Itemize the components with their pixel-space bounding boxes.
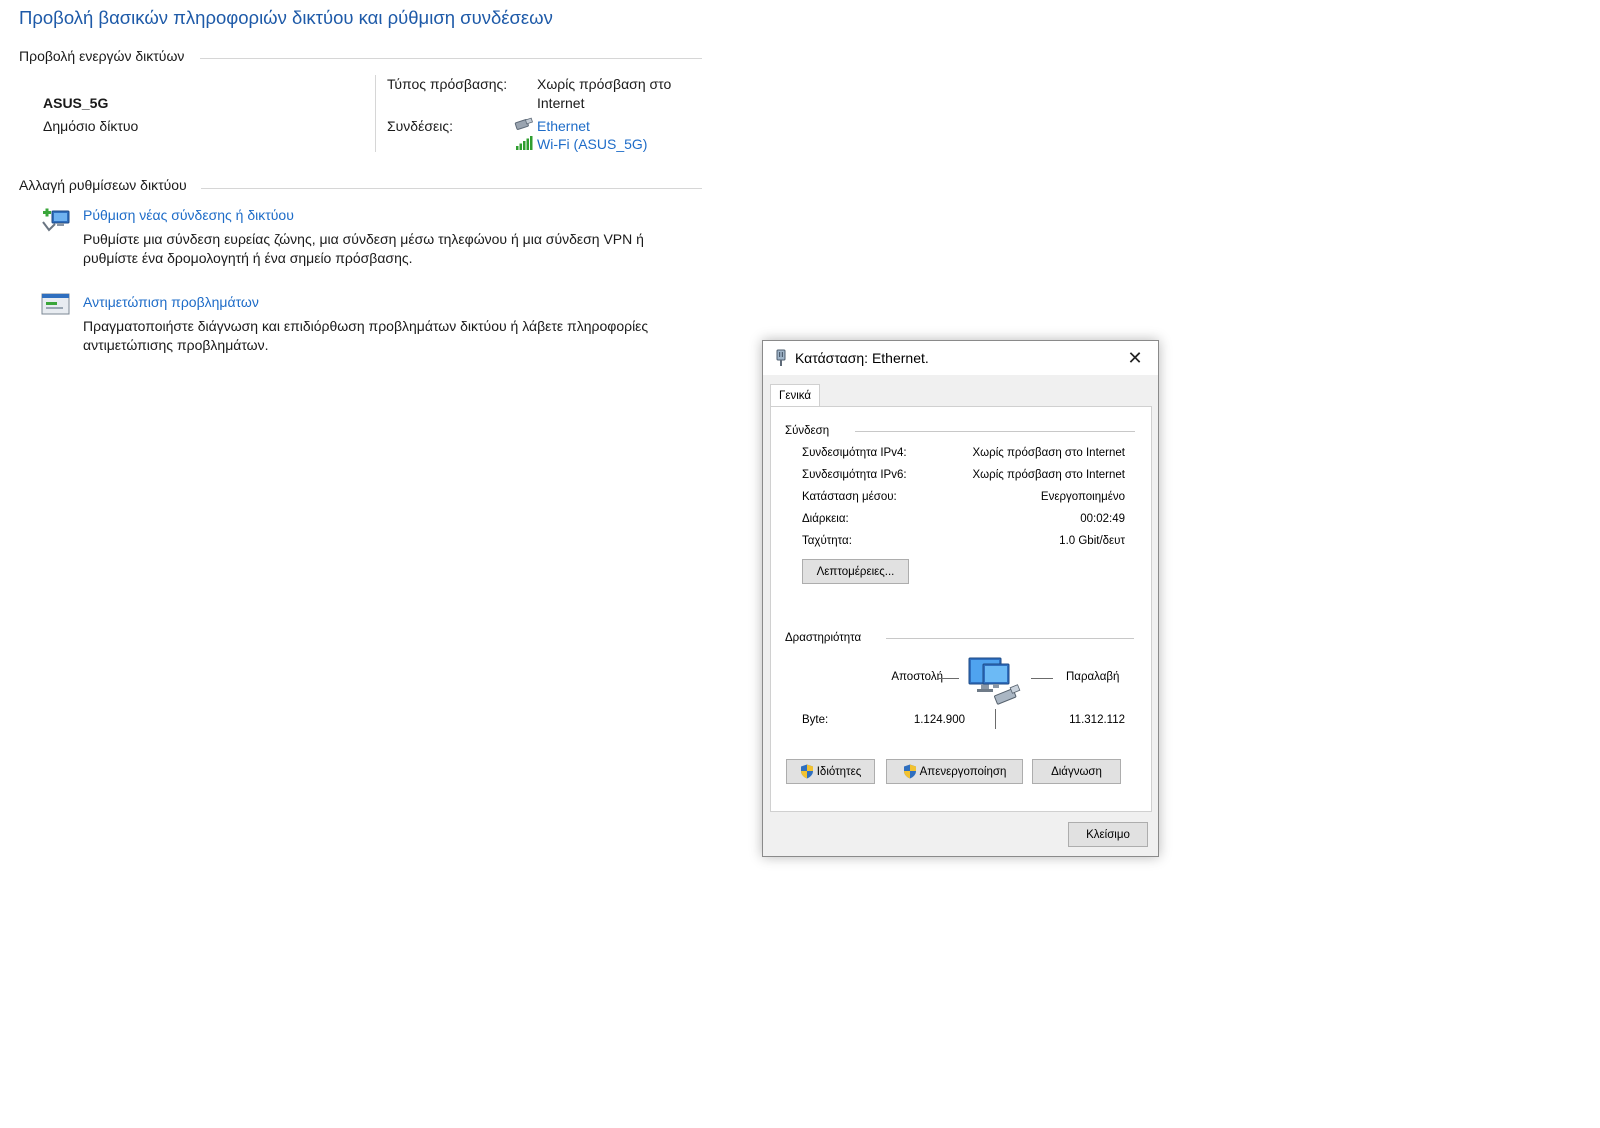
speed-label: Ταχύτητα: xyxy=(802,535,852,547)
network-column-divider xyxy=(375,75,376,152)
troubleshoot-description-cont: αντιμετώπισης προβλημάτων. xyxy=(83,337,269,353)
media-state-value: Ενεργοποιημένο xyxy=(1040,491,1125,503)
group-divider xyxy=(886,638,1134,639)
duration-label: Διάρκεια: xyxy=(802,513,849,525)
speed-value: 1.0 Gbit/δευτ xyxy=(1059,535,1125,547)
ipv6-label: Συνδεσιμότητα IPv6: xyxy=(802,469,907,481)
general-tab-panel: Σύνδεση Συνδεσιμότητα IPv4: Χωρίς πρόσβα… xyxy=(770,406,1152,812)
network-name: ASUS_5G xyxy=(43,95,109,111)
section-divider xyxy=(201,188,702,189)
change-settings-label: Αλλαγή ρυθμίσεων δικτύου xyxy=(19,177,187,193)
disable-button-label: Απενεργοποίηση xyxy=(919,765,1007,778)
network-adapter-icon xyxy=(774,349,788,367)
disable-button[interactable]: Απενεργοποίηση xyxy=(886,759,1023,784)
close-button[interactable]: Κλείσιμο xyxy=(1068,822,1148,847)
diagnose-button[interactable]: Διάγνωση xyxy=(1032,759,1121,784)
bytes-sent-value: 1.124.900 xyxy=(913,714,965,726)
activity-group-label: Δραστηριότητα xyxy=(785,632,862,644)
ethernet-connection-link[interactable]: Ethernet xyxy=(537,118,590,134)
new-connection-description: Ρυθμίστε μια σύνδεση ευρείας ζώνης, μια … xyxy=(83,231,644,247)
uac-shield-icon xyxy=(903,764,917,779)
received-line xyxy=(1031,678,1053,679)
page-title: Προβολή βασικών πληροφοριών δικτύου και … xyxy=(19,7,553,28)
bytes-received-value: 11.312.112 xyxy=(1069,714,1125,726)
wifi-connection-link[interactable]: Wi-Fi (ASUS_5G) xyxy=(537,136,647,152)
ipv6-value: Χωρίς πρόσβαση στο Internet xyxy=(972,469,1125,481)
properties-button[interactable]: Ιδιότητες xyxy=(786,759,875,784)
access-type-value: Χωρίς πρόσβαση στο xyxy=(537,76,672,92)
uac-shield-icon xyxy=(800,764,814,779)
access-type-label: Τύπος πρόσβασης: xyxy=(387,76,508,92)
ethernet-status-dialog: Κατάσταση: Ethernet. ✕ Γενικά Σύνδεση Συ… xyxy=(762,340,1159,857)
bytes-divider xyxy=(995,709,996,729)
sent-label: Αποστολή xyxy=(891,671,943,683)
troubleshoot-link[interactable]: Αντιμετώπιση προβλημάτων xyxy=(83,294,259,310)
network-type: Δημόσιο δίκτυο xyxy=(43,118,139,134)
new-connection-icon xyxy=(41,206,73,234)
connection-group-label: Σύνδεση xyxy=(785,425,830,437)
received-label: Παραλαβή xyxy=(1066,671,1120,683)
active-networks-label: Προβολή ενεργών δικτύων xyxy=(19,48,185,64)
bytes-label: Byte: xyxy=(802,714,829,726)
close-icon[interactable]: ✕ xyxy=(1123,347,1147,369)
tab-general[interactable]: Γενικά xyxy=(770,384,820,407)
troubleshoot-description: Πραγματοποιήστε διάγνωση και επιδιόρθωση… xyxy=(83,318,649,334)
dialog-title: Κατάσταση: Ethernet. xyxy=(795,350,929,366)
connections-label: Συνδέσεις: xyxy=(387,118,453,134)
ethernet-icon xyxy=(514,117,534,133)
group-divider xyxy=(855,431,1135,432)
ipv4-label: Συνδεσιμότητα IPv4: xyxy=(802,447,907,459)
duration-value: 00:02:49 xyxy=(1080,513,1125,525)
network-computers-icon xyxy=(967,656,1027,708)
new-connection-link[interactable]: Ρύθμιση νέας σύνδεσης ή δικτύου xyxy=(83,207,294,223)
wifi-signal-icon xyxy=(514,135,534,151)
details-button[interactable]: Λεπτομέρειες... xyxy=(802,559,909,584)
ipv4-value: Χωρίς πρόσβαση στο Internet xyxy=(972,447,1125,459)
section-divider xyxy=(200,58,702,59)
properties-button-label: Ιδιότητες xyxy=(816,765,862,778)
media-state-label: Κατάσταση μέσου: xyxy=(802,491,897,503)
sent-line xyxy=(937,678,959,679)
access-type-value-cont: Internet xyxy=(537,95,585,111)
troubleshoot-icon xyxy=(41,292,71,318)
new-connection-description-cont: ρυθμίστε ένα δρομολογητή ή ένα σημείο πρ… xyxy=(83,250,413,266)
